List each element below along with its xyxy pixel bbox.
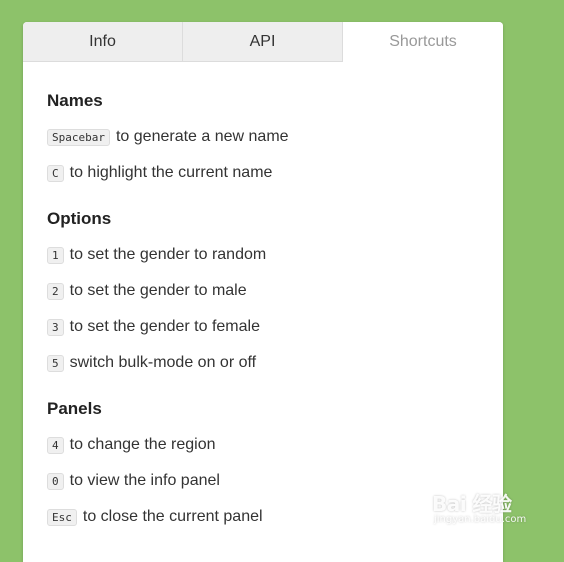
tab-api[interactable]: API — [183, 22, 343, 62]
shortcut-row: 4 to change the region — [47, 435, 503, 455]
key-badge: C — [47, 164, 64, 182]
section-title-options: Options — [47, 209, 112, 228]
key-badge: 2 — [47, 282, 64, 300]
shortcut-row: 3 to set the gender to female — [47, 317, 503, 337]
tab-info[interactable]: Info — [23, 22, 183, 62]
shortcut-description: to set the gender to random — [69, 246, 267, 263]
shortcut-row: 5 switch bulk-mode on or off — [47, 353, 503, 373]
key-badge: Esc — [47, 508, 77, 526]
shortcuts-content: Names Spacebar to generate a new name C … — [23, 91, 503, 527]
shortcut-description: to set the gender to male — [69, 282, 247, 299]
shortcut-description: switch bulk-mode on or off — [69, 354, 257, 371]
shortcut-description: to change the region — [69, 436, 216, 453]
section-title-names: Names — [47, 91, 103, 110]
shortcut-description: to close the current panel — [82, 508, 263, 525]
key-badge: 4 — [47, 436, 64, 454]
shortcut-row: 1 to set the gender to random — [47, 245, 503, 265]
shortcut-description: to highlight the current name — [69, 164, 273, 181]
shortcut-row: Esc to close the current panel — [47, 507, 503, 527]
key-badge: 0 — [47, 472, 64, 490]
shortcut-row: 2 to set the gender to male — [47, 281, 503, 301]
shortcuts-panel: Info API Shortcuts Names Spacebar to gen… — [23, 22, 503, 562]
key-badge: 5 — [47, 354, 64, 372]
key-badge: 3 — [47, 318, 64, 336]
shortcut-description: to set the gender to female — [69, 318, 260, 335]
section-title-panels: Panels — [47, 399, 102, 418]
shortcut-row: C to highlight the current name — [47, 163, 503, 183]
shortcut-description: to view the info panel — [69, 472, 220, 489]
key-badge: 1 — [47, 246, 64, 264]
shortcut-row: 0 to view the info panel — [47, 471, 503, 491]
tab-shortcuts[interactable]: Shortcuts — [343, 22, 503, 62]
shortcut-description: to generate a new name — [115, 128, 289, 145]
shortcut-row: Spacebar to generate a new name — [47, 127, 503, 147]
tab-bar: Info API Shortcuts — [23, 22, 503, 62]
key-badge: Spacebar — [47, 128, 110, 146]
